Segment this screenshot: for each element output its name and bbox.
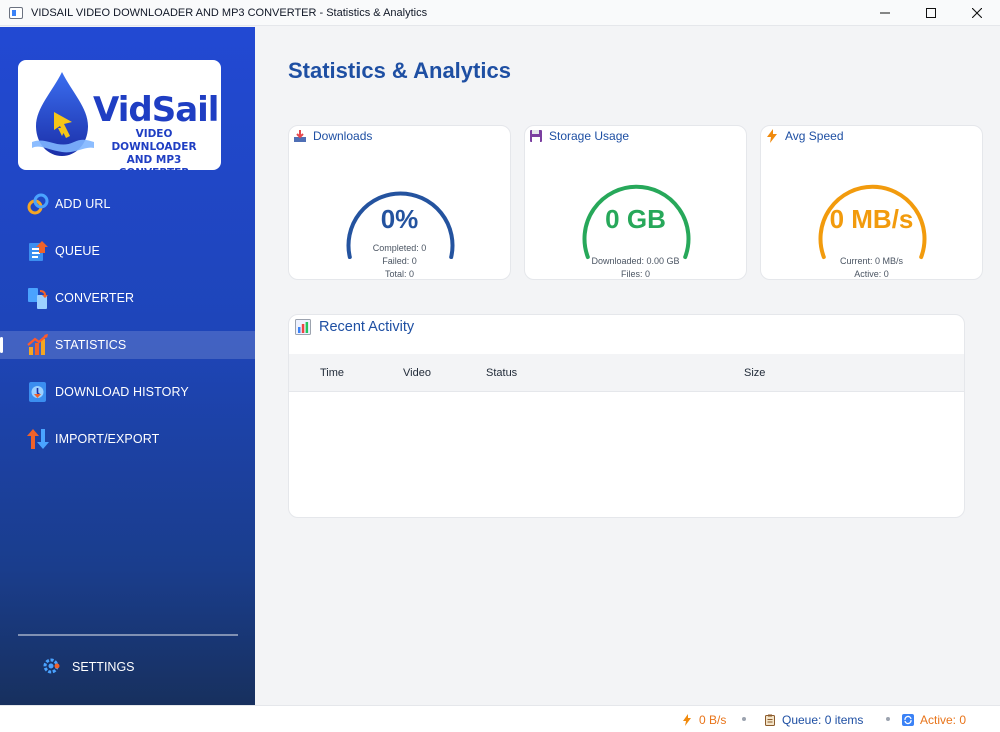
status-queue-text: Queue: 0 items — [782, 713, 864, 727]
column-header-time[interactable]: Time — [320, 367, 344, 379]
sidebar-item-settings[interactable]: SETTINGS — [0, 653, 255, 681]
close-button[interactable] — [954, 0, 1000, 26]
logo: VidSail VIDEO DOWNLOADER AND MP3 CONVERT… — [18, 60, 221, 170]
import-export-icon — [27, 429, 49, 449]
lightning-icon — [683, 714, 691, 726]
speed-value: 0 MB/s — [829, 204, 914, 234]
sidebar-item-label: QUEUE — [55, 244, 100, 258]
logo-subtitle-line1: VIDEO DOWNLOADER — [111, 128, 197, 153]
status-active-text: Active: 0 — [920, 713, 967, 727]
status-bar: 0 B/s Queue: 0 items Active: 0 — [0, 705, 1000, 732]
sidebar-item-import-export[interactable]: IMPORT/EXPORT — [0, 425, 255, 453]
activity-table-header: Time Video Status Size — [289, 354, 964, 392]
speed-card: Avg Speed 0 MB/s Current: 0 MB/s Active:… — [760, 125, 983, 280]
link-icon — [27, 193, 49, 215]
sidebar-item-download-history[interactable]: DOWNLOAD HISTORY — [0, 378, 255, 406]
converter-icon — [28, 288, 48, 309]
speed-active: Active: 0 — [854, 269, 889, 279]
maximize-button[interactable] — [908, 0, 954, 26]
sidebar-item-add-url[interactable]: ADD URL — [0, 190, 255, 218]
status-separator — [742, 717, 746, 721]
downloads-card: Downloads 0% Completed: 0 Failed: 0 Tota… — [288, 125, 511, 280]
sidebar-item-label: STATISTICS — [55, 338, 127, 352]
sidebar-item-converter[interactable]: CONVERTER — [0, 284, 255, 312]
minimize-icon — [880, 12, 890, 14]
sidebar-item-label: ADD URL — [55, 197, 111, 211]
logo-subtitle-line2: AND MP3 CONVERTER — [119, 154, 190, 170]
column-header-size[interactable]: Size — [744, 367, 765, 379]
gear-icon — [43, 658, 60, 674]
downloads-value: 0% — [380, 204, 419, 234]
storage-downloaded: Downloaded: 0.00 GB — [591, 256, 680, 266]
title-bar: VIDSAIL VIDEO DOWNLOADER AND MP3 CONVERT… — [0, 0, 1000, 26]
storage-files: Files: 0 — [620, 269, 650, 279]
logo-drop-icon — [32, 72, 94, 156]
sidebar-item-queue[interactable]: QUEUE — [0, 237, 255, 265]
logo-name: VidSail — [93, 90, 219, 130]
chart-icon — [27, 334, 48, 355]
minimize-button[interactable] — [862, 0, 908, 26]
maximize-icon — [926, 8, 936, 18]
queue-icon — [29, 241, 48, 261]
recent-activity-header: Recent Activity — [295, 319, 414, 335]
recent-activity-panel: Recent Activity Time Video Status Size — [288, 314, 965, 518]
refresh-icon — [902, 714, 914, 726]
sidebar-divider — [18, 634, 238, 636]
status-speed: 0 B/s — [681, 713, 726, 727]
sidebar: VidSail VIDEO DOWNLOADER AND MP3 CONVERT… — [0, 27, 255, 705]
settings-label: SETTINGS — [72, 660, 135, 674]
status-queue: Queue: 0 items — [764, 713, 863, 727]
sidebar-item-label: IMPORT/EXPORT — [55, 432, 160, 446]
status-separator — [886, 717, 890, 721]
speed-current: Current: 0 MB/s — [839, 256, 904, 266]
sidebar-item-label: DOWNLOAD HISTORY — [55, 385, 189, 399]
storage-card: Storage Usage 0 GB Downloaded: 0.00 GB F… — [524, 125, 747, 280]
column-header-status[interactable]: Status — [486, 367, 517, 379]
column-header-video[interactable]: Video — [403, 367, 431, 379]
downloads-total: Total: 0 — [384, 269, 415, 279]
page-title: Statistics & Analytics — [288, 58, 511, 83]
downloads-failed: Failed: 0 — [382, 256, 417, 266]
storage-value: 0 GB — [605, 204, 666, 234]
bar-chart-icon — [295, 319, 311, 335]
status-active: Active: 0 — [902, 713, 966, 727]
window-controls — [862, 0, 1000, 26]
logo-subtitle: VIDEO DOWNLOADER AND MP3 CONVERTER — [94, 128, 214, 170]
sidebar-item-label: CONVERTER — [55, 291, 135, 305]
history-icon — [29, 382, 46, 402]
sidebar-item-statistics[interactable]: STATISTICS — [0, 331, 255, 359]
recent-activity-title: Recent Activity — [319, 319, 415, 335]
status-speed-text: 0 B/s — [699, 713, 727, 727]
activity-table-body — [289, 393, 964, 517]
app-icon — [9, 6, 23, 19]
downloads-completed: Completed: 0 — [372, 243, 427, 253]
window-title: VIDSAIL VIDEO DOWNLOADER AND MP3 CONVERT… — [31, 6, 428, 19]
clipboard-icon — [765, 714, 775, 726]
close-icon — [972, 8, 982, 18]
